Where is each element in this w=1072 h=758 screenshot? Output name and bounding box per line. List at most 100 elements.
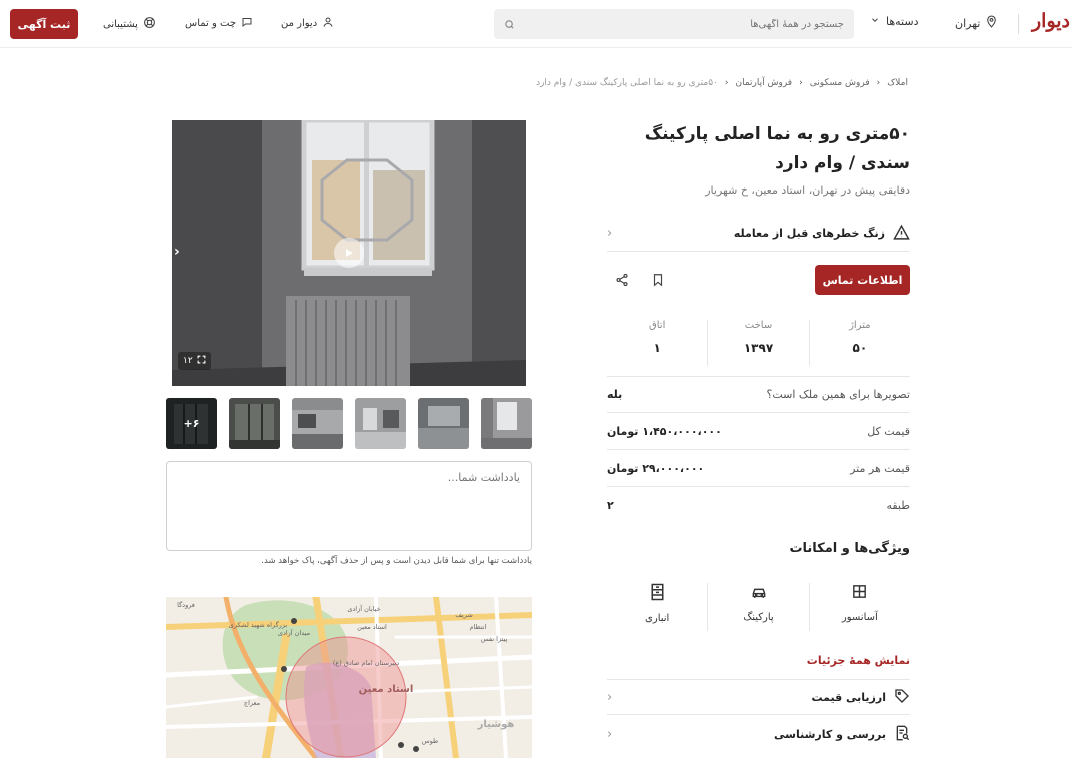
search-bar[interactable] bbox=[494, 9, 854, 39]
map-label: معراج bbox=[244, 699, 260, 707]
chat-link[interactable]: چت و تماس bbox=[185, 16, 253, 31]
thumbnail-more[interactable]: +۶ bbox=[166, 398, 217, 449]
chevron-left-icon: ‹ bbox=[607, 726, 613, 742]
info-key: تصویرها برای همین ملک است؟ bbox=[766, 388, 911, 401]
stat-year-built: ساخت ۱۳۹۷ bbox=[708, 320, 810, 366]
divar-logo[interactable]: دیوار bbox=[1032, 10, 1070, 32]
thumbnail[interactable] bbox=[229, 398, 280, 449]
my-divar-link[interactable]: دیوار من bbox=[281, 16, 334, 31]
thumbnail[interactable] bbox=[355, 398, 406, 449]
map-label: میدان آزادی bbox=[278, 628, 310, 637]
safety-warning-link[interactable]: زنگ خطرهای قبل از معامله ‹ bbox=[607, 216, 910, 252]
more-photos-count: +۶ bbox=[166, 398, 217, 449]
thumbnail[interactable] bbox=[481, 398, 532, 449]
map-label: فرودگا bbox=[177, 601, 195, 609]
share-icon[interactable] bbox=[615, 272, 629, 291]
city-label: تهران bbox=[955, 16, 981, 30]
feature-elevator: آسانسور bbox=[810, 583, 910, 631]
my-divar-label: دیوار من bbox=[281, 18, 318, 29]
chevron-left-icon: ‹ bbox=[724, 78, 729, 88]
breadcrumb: املاک ‹ فروش مسکونی ‹ فروش آپارتمان ‹ ۵۰… bbox=[536, 78, 908, 88]
safety-warning-label: زنگ خطرهای قبل از معامله bbox=[733, 227, 885, 240]
car-icon bbox=[750, 583, 768, 603]
chevron-left-icon: ‹ bbox=[799, 78, 803, 88]
stat-value: ۱ bbox=[653, 341, 661, 355]
play-icon bbox=[343, 244, 355, 263]
stat-label: ساخت bbox=[744, 320, 773, 331]
price-evaluation-label: ارزیابی قیمت bbox=[811, 690, 887, 704]
info-table: تصویرها برای همین ملک است؟ بله قیمت کل ۱… bbox=[607, 376, 910, 524]
support-icon bbox=[143, 16, 156, 32]
map-label: دبیرستان امام صادق (ع) bbox=[333, 659, 399, 667]
feature-label: پارکینگ bbox=[743, 612, 774, 623]
thumbnail[interactable] bbox=[418, 398, 469, 449]
feature-storage: انباری bbox=[607, 583, 709, 631]
map-label: طوس bbox=[422, 737, 438, 745]
search-icon bbox=[504, 15, 515, 34]
bookmark-icon[interactable] bbox=[651, 272, 665, 291]
map-label: استاد معین bbox=[357, 623, 387, 631]
thumbnail[interactable] bbox=[292, 398, 343, 449]
features-list: آسانسور پارکینگ انباری bbox=[607, 583, 910, 631]
listing-subtitle: دقایقی پیش در تهران، استاد معین، خ شهریا… bbox=[705, 184, 910, 197]
info-key: قیمت هر متر bbox=[850, 461, 910, 475]
document-search-icon bbox=[894, 725, 910, 744]
chevron-left-icon: ‹ bbox=[876, 78, 881, 88]
info-value: ۲۹،۰۰۰،۰۰۰ تومان bbox=[607, 461, 705, 475]
feature-parking: پارکینگ bbox=[708, 583, 810, 631]
breadcrumb-item[interactable]: فروش مسکونی bbox=[810, 78, 870, 88]
note-textarea[interactable] bbox=[166, 461, 532, 551]
map-label: شریف bbox=[455, 611, 473, 619]
feature-label: آسانسور bbox=[841, 612, 878, 623]
user-icon bbox=[322, 16, 334, 31]
review-link[interactable]: بررسی و کارشناسی ‹ bbox=[607, 716, 910, 752]
location-pin-icon bbox=[985, 15, 998, 31]
categories-menu[interactable]: دسته‌ها bbox=[870, 15, 918, 28]
map-label: خیابان آزادی bbox=[347, 604, 380, 613]
review-label: بررسی و کارشناسی bbox=[774, 727, 886, 741]
info-value: بله bbox=[607, 388, 623, 401]
location-map[interactable]: خیابان آزادی انتظام میدان آزادی استاد مع… bbox=[166, 597, 532, 758]
header-divider bbox=[1018, 14, 1019, 34]
play-video-button[interactable] bbox=[334, 238, 364, 268]
storage-icon bbox=[650, 583, 665, 604]
info-value: ۱،۴۵۰،۰۰۰،۰۰۰ تومان bbox=[607, 424, 722, 438]
chevron-left-icon: ‹ bbox=[607, 689, 613, 705]
stat-value: ۵۰ bbox=[852, 341, 868, 355]
gallery-next-arrow-icon[interactable]: › bbox=[174, 244, 180, 260]
price-evaluation-link[interactable]: ارزیابی قیمت ‹ bbox=[607, 679, 910, 715]
categories-label: دسته‌ها bbox=[886, 15, 919, 28]
stat-label: اتاق bbox=[648, 320, 666, 331]
info-key: طبقه bbox=[886, 499, 910, 512]
top-header: دیوار تهران دسته‌ها دیوار من چت و تماس bbox=[0, 0, 1072, 48]
breadcrumb-item[interactable]: فروش آپارتمان bbox=[735, 78, 792, 88]
breadcrumb-item[interactable]: املاک bbox=[887, 78, 908, 88]
contact-info-button[interactable]: اطلاعات تماس bbox=[815, 265, 910, 295]
map-label: بزرگراه شهید لشکری bbox=[229, 621, 288, 629]
info-row-total-price: قیمت کل ۱،۴۵۰،۰۰۰،۰۰۰ تومان bbox=[607, 413, 910, 450]
info-row-floor: طبقه ۲ bbox=[607, 487, 910, 524]
info-value: ۲ bbox=[607, 499, 614, 512]
breadcrumb-current: ۵۰متری رو به نما اصلی پارکینگ سندی / وام… bbox=[536, 78, 718, 88]
warning-triangle-icon bbox=[893, 224, 910, 244]
chevron-left-icon: ‹ bbox=[607, 226, 613, 241]
stat-area: متراژ ۵۰ bbox=[810, 320, 910, 366]
image-count-badge[interactable]: ۱۲ bbox=[178, 352, 211, 370]
map-label: هوشیار bbox=[477, 719, 515, 730]
post-ad-button[interactable]: ثبت آگهی bbox=[10, 9, 78, 39]
price-tag-icon bbox=[894, 688, 910, 707]
key-stats: متراژ ۵۰ ساخت ۱۳۹۷ اتاق ۱ bbox=[607, 320, 910, 366]
info-row-price-per-meter: قیمت هر متر ۲۹،۰۰۰،۰۰۰ تومان bbox=[607, 450, 910, 487]
listing-title: ۵۰متری رو به نما اصلی پارکینگ سندی / وام… bbox=[644, 124, 910, 173]
show-all-details-link[interactable]: نمایش همهٔ جزئیات bbox=[607, 654, 910, 667]
map-label: انتظام bbox=[470, 623, 487, 631]
search-input[interactable] bbox=[515, 18, 844, 30]
info-key: قیمت کل bbox=[867, 424, 910, 438]
image-count: ۱۲ bbox=[183, 356, 193, 366]
support-label: پشتیبانی bbox=[103, 18, 138, 30]
elevator-icon bbox=[851, 583, 868, 603]
city-selector[interactable]: تهران bbox=[955, 15, 998, 31]
support-link[interactable]: پشتیبانی bbox=[103, 16, 156, 32]
stat-label: متراژ bbox=[849, 320, 871, 331]
chat-label: چت و تماس bbox=[185, 18, 237, 29]
